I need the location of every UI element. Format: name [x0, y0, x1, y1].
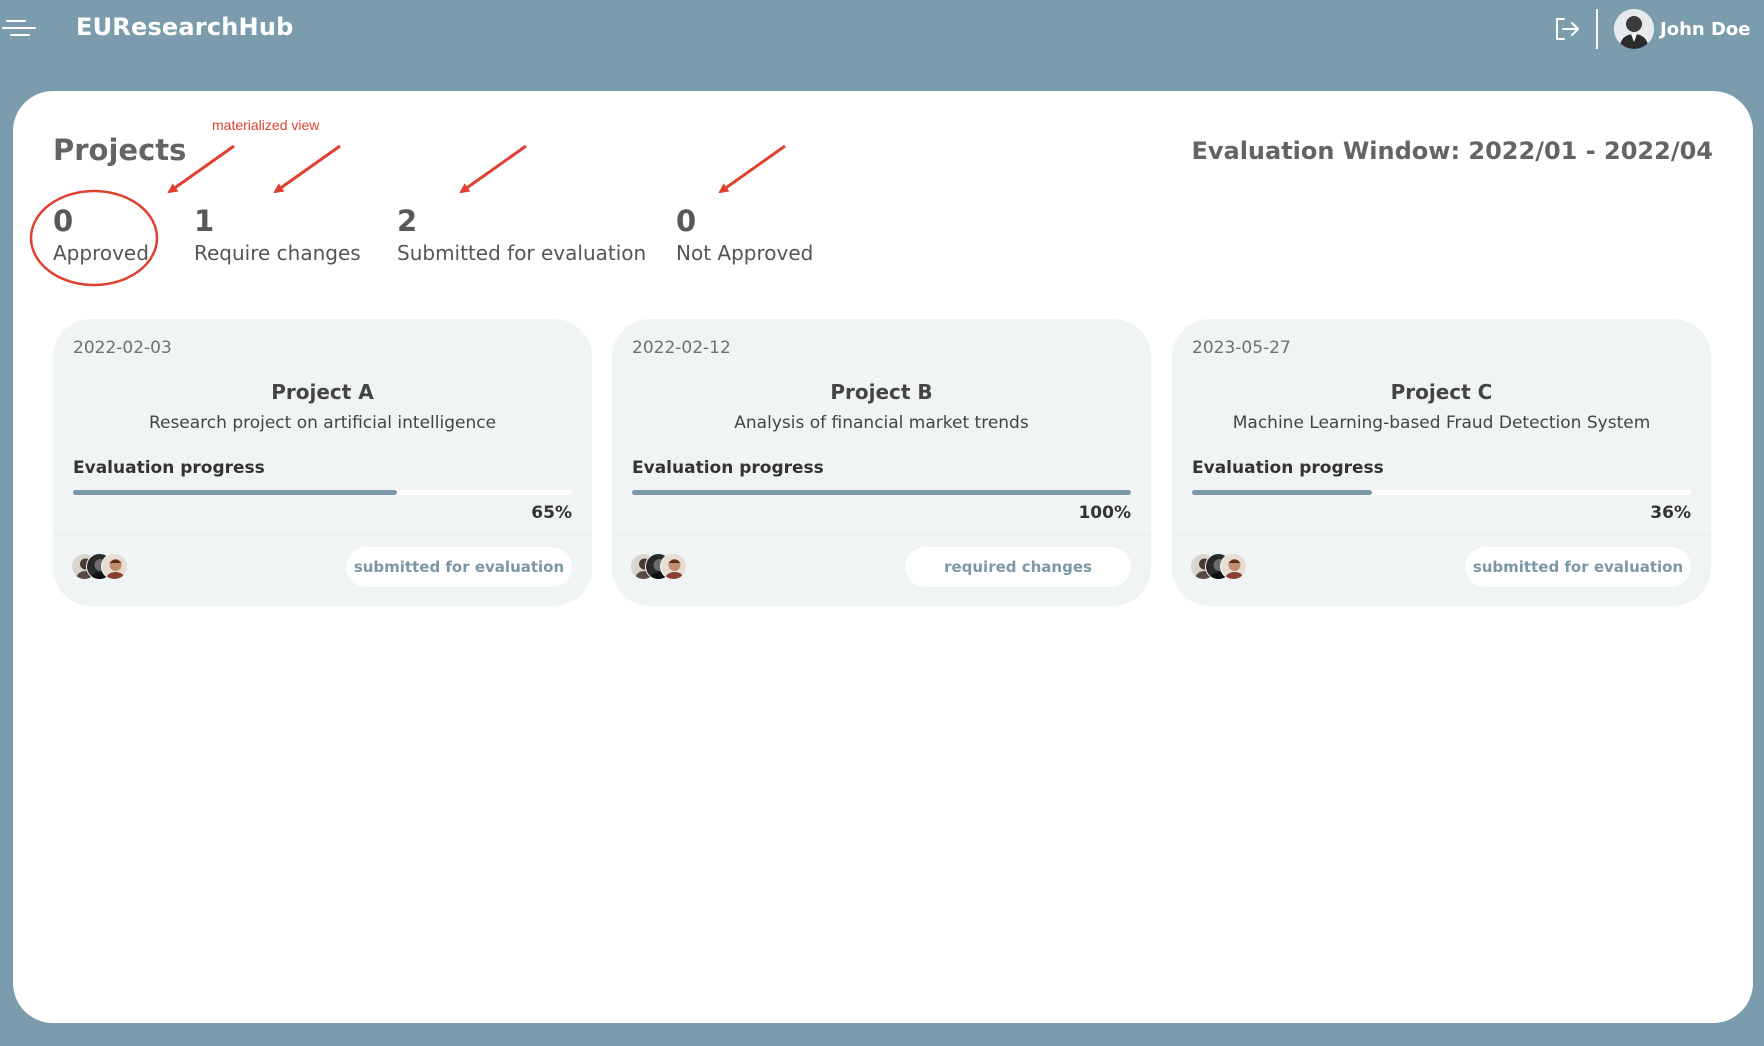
- project-card[interactable]: 2022-02-03 Project A Research project on…: [53, 319, 592, 606]
- reviewer-avatar: [660, 553, 687, 580]
- progress-fill: [632, 490, 1131, 495]
- annotation-arrow: [718, 144, 786, 194]
- project-title: Project A: [271, 380, 374, 404]
- status-badge[interactable]: submitted for evaluation: [1465, 547, 1691, 587]
- reviewer-avatar: [101, 553, 128, 580]
- annotation-circle: [29, 189, 159, 287]
- logout-icon[interactable]: [1552, 14, 1582, 44]
- project-description: Machine Learning-based Fraud Detection S…: [1232, 413, 1651, 433]
- progress-percent: 36%: [1650, 503, 1691, 523]
- project-title: Project B: [830, 380, 933, 404]
- project-title: Project C: [1390, 380, 1493, 404]
- progress-label: Evaluation progress: [1192, 458, 1384, 478]
- app-title[interactable]: EUResearchHub: [76, 13, 294, 41]
- project-date: 2022-02-03: [73, 338, 172, 358]
- reviewer-avatars[interactable]: [71, 553, 131, 581]
- progress-bar: [632, 490, 1131, 495]
- card-divider: [1172, 534, 1711, 535]
- progress-percent: 100%: [1078, 503, 1131, 523]
- card-divider: [53, 534, 592, 535]
- project-date: 2022-02-12: [632, 338, 731, 358]
- user-name: John Doe: [1660, 18, 1751, 40]
- progress-label: Evaluation progress: [73, 458, 265, 478]
- user-menu[interactable]: John Doe: [1614, 9, 1750, 49]
- reviewer-avatar: [1220, 553, 1247, 580]
- progress-bar: [1192, 490, 1691, 495]
- project-card[interactable]: 2023-05-27 Project C Machine Learning-ba…: [1172, 319, 1711, 606]
- project-description: Analysis of financial market trends: [734, 413, 1029, 433]
- progress-label: Evaluation progress: [632, 458, 824, 478]
- progress-fill: [1192, 490, 1372, 495]
- top-bar: EUResearchHub John Doe: [0, 0, 1764, 58]
- status-badge[interactable]: required changes: [905, 547, 1131, 587]
- status-badge[interactable]: submitted for evaluation: [346, 547, 572, 587]
- project-card[interactable]: 2022-02-12 Project B Analysis of financi…: [612, 319, 1151, 606]
- project-date: 2023-05-27: [1192, 338, 1291, 358]
- main-panel: Projects Evaluation Window: 2022/01 - 20…: [13, 91, 1753, 1023]
- annotation-arrow: [273, 144, 341, 194]
- reviewer-avatars[interactable]: [630, 553, 690, 581]
- annotation-arrow: [167, 144, 235, 194]
- user-avatar: [1614, 9, 1654, 49]
- project-description: Research project on artificial intellige…: [148, 413, 497, 433]
- reviewer-avatars[interactable]: [1190, 553, 1250, 581]
- hamburger-menu-icon[interactable]: [2, 18, 36, 38]
- annotation-arrow: [459, 144, 527, 194]
- card-divider: [612, 534, 1151, 535]
- progress-percent: 65%: [531, 503, 572, 523]
- header-divider: [1596, 9, 1598, 49]
- progress-bar: [73, 490, 572, 495]
- progress-fill: [73, 490, 398, 495]
